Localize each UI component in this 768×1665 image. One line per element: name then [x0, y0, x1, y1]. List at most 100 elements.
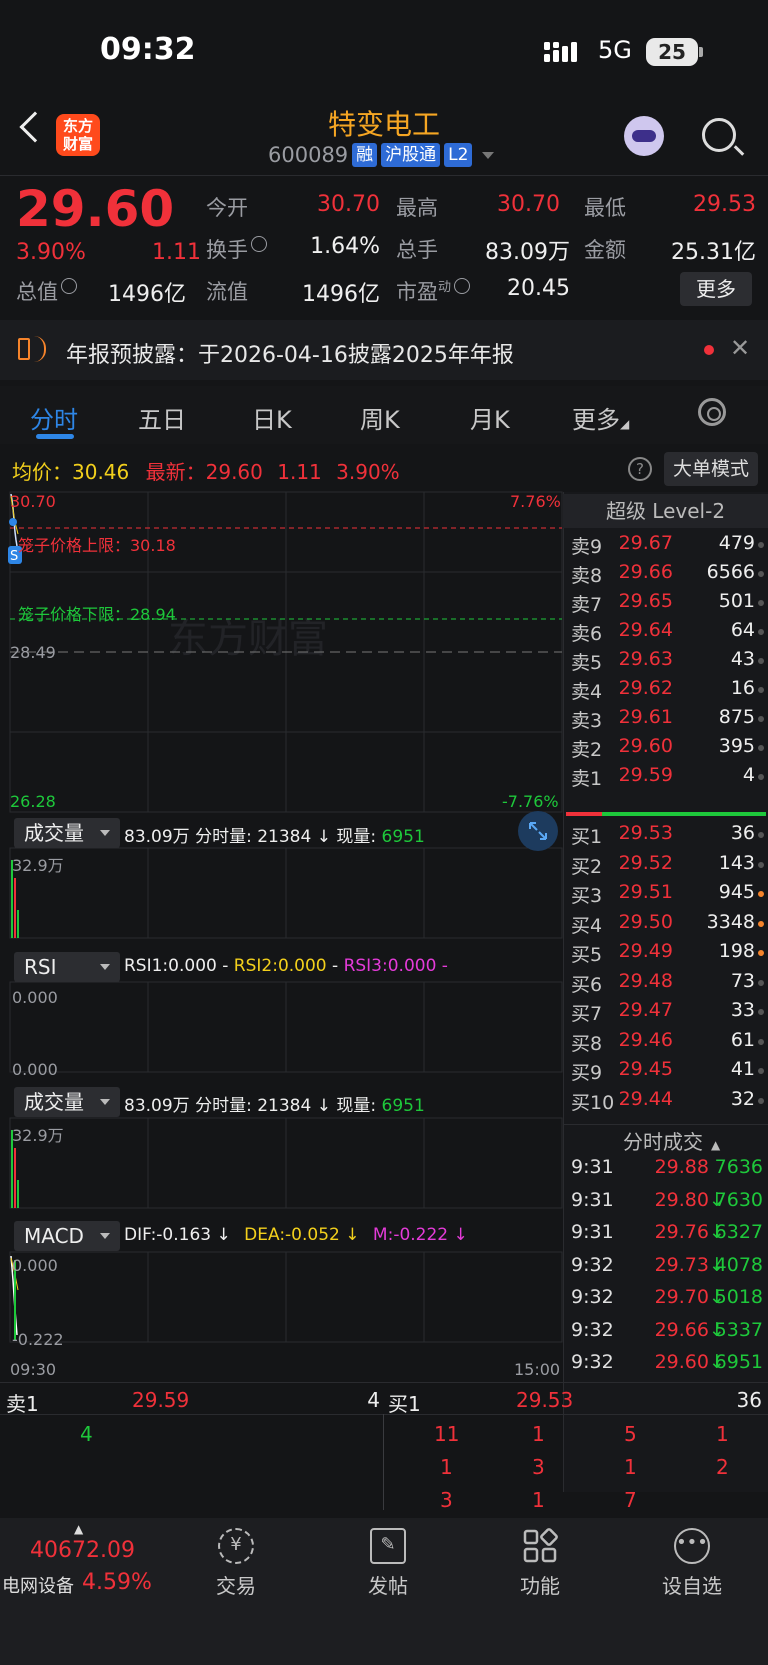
tick-price: 29.76 [654, 1221, 709, 1243]
close-icon[interactable]: ✕ [730, 334, 750, 362]
chevron-down-icon [482, 151, 495, 159]
ask-volume: 4 [742, 764, 755, 786]
intraday-chart[interactable]: 东方财富 S [0, 490, 563, 1500]
ask-row[interactable]: 卖6 29.64 64 [563, 619, 768, 649]
nav-add-watchlist[interactable]: ••• 设自选 [652, 1528, 732, 1599]
tick-row[interactable]: 9:32 29.66 ↓ 5337 [563, 1319, 768, 1351]
search-icon[interactable] [702, 118, 736, 152]
tab-intraday[interactable]: 分时 [30, 400, 78, 435]
notice-text[interactable]: 年报预披露：于2026-04-16披露2025年年报 [66, 337, 514, 369]
bid-row[interactable]: 买6 29.48 73 [563, 970, 768, 1000]
tick-row[interactable]: 9:31 29.80 ↓ 7630 [563, 1189, 768, 1221]
tick-time: 9:32 [571, 1286, 614, 1308]
bid-volume: 73 [730, 969, 755, 992]
bid-row[interactable]: 买1 29.53 36 [563, 822, 768, 852]
ask-row[interactable]: 卖5 29.63 43 [563, 648, 768, 678]
open-marker [9, 518, 17, 526]
speaker-icon [18, 338, 30, 360]
macd-indicator-select[interactable]: MACD [14, 1221, 120, 1251]
more-button[interactable]: 更多 [680, 272, 752, 306]
high-label: 最高 [396, 196, 438, 220]
tick-volume: 4078 [714, 1253, 763, 1276]
low-value: 29.53 [693, 192, 756, 217]
turnover-label: 换手 [206, 234, 267, 264]
bid-row[interactable]: 买7 29.47 33 [563, 999, 768, 1029]
ask-row[interactable]: 卖9 29.67 479 [563, 532, 768, 562]
volume-indicator-select[interactable]: 成交量 [14, 818, 120, 848]
ask-level: 卖7 [571, 594, 603, 616]
bid-row[interactable]: 买8 29.46 61 [563, 1029, 768, 1059]
bid-level: 买3 [571, 885, 603, 907]
bid-volume: 33 [730, 999, 755, 1021]
index-name[interactable]: 电网设备 [2, 1572, 74, 1598]
stock-code-row[interactable]: 600089 融 沪股通 L2 [268, 143, 495, 167]
index-value[interactable]: 40672.09 [30, 1538, 135, 1563]
bid-dot [758, 1068, 764, 1074]
rsi-bottom-label: 0.000 [12, 1060, 58, 1079]
bid-price: 29.48 [618, 969, 673, 992]
bid-row[interactable]: 买10 29.44 32 [563, 1088, 768, 1118]
bid-ask-ratio-fill [566, 812, 602, 816]
index-percent[interactable]: 4.59% [82, 1570, 152, 1595]
tick-price: 29.66 [654, 1318, 709, 1341]
tab-more[interactable]: 更多◢ [572, 400, 629, 435]
ask-row[interactable]: 卖3 29.61 875 [563, 706, 768, 736]
ask-row[interactable]: 卖8 29.66 6566 [563, 561, 768, 591]
rsi-top-label: 0.000 [12, 988, 58, 1007]
ask-row[interactable]: 卖7 29.65 501 [563, 590, 768, 620]
status-time: 09:32 [100, 32, 196, 67]
tick-row[interactable]: 9:31 29.76 ↓ 6327 [563, 1221, 768, 1253]
nav-functions[interactable]: 功能 [500, 1528, 580, 1599]
tick-row[interactable]: 9:32 29.60 ↓ 6951 [563, 1351, 768, 1383]
gear-icon[interactable] [698, 398, 726, 426]
tab-weekly-k[interactable]: 周K [360, 400, 400, 435]
order-book-title[interactable]: 超级 Level-2 [563, 494, 768, 528]
bid-row[interactable]: 买9 29.45 41 [563, 1058, 768, 1088]
tick-volume: 7630 [714, 1188, 763, 1211]
tick-price: 29.70 [654, 1286, 709, 1308]
tick-row[interactable]: 9:32 29.70 ↓ 5018 [563, 1286, 768, 1318]
tick-volume: 6327 [714, 1221, 763, 1243]
tick-row[interactable]: 9:32 29.73 ↓ 4078 [563, 1254, 768, 1286]
tick-row[interactable]: 9:31 29.88 7636 [563, 1156, 768, 1188]
bid-level: 买10 [571, 1091, 615, 1114]
rsi-indicator-select[interactable]: RSI [14, 952, 120, 982]
volume-indicator-select-2[interactable]: 成交量 [14, 1087, 120, 1117]
buy-queue-item: 1 [716, 1422, 729, 1446]
tick-volume: 5337 [714, 1318, 763, 1341]
info-icon[interactable] [454, 278, 471, 294]
bid-volume: 61 [730, 1028, 755, 1051]
ask-dot [758, 542, 764, 548]
bid-row[interactable]: 买2 29.52 143 [563, 852, 768, 882]
ask-row[interactable]: 卖2 29.60 395 [563, 735, 768, 765]
nav-post[interactable]: ✎ 发帖 [348, 1528, 428, 1599]
bid-row[interactable]: 买3 29.51 945 [563, 881, 768, 911]
tab-monthly-k[interactable]: 月K [470, 400, 510, 435]
buy-queue-item: 5 [624, 1422, 637, 1446]
ask-row[interactable]: 卖4 29.62 16 [563, 677, 768, 707]
ask-price: 29.63 [618, 648, 673, 670]
pe-value: 20.45 [507, 276, 570, 301]
info-icon[interactable] [251, 236, 267, 252]
robot-assistant-icon[interactable] [624, 116, 664, 156]
help-icon[interactable]: ? [628, 457, 652, 481]
bid-row[interactable]: 买5 29.49 198 [563, 940, 768, 970]
ask-level: 卖1 [571, 768, 603, 790]
price-low-label: 26.28 [10, 792, 56, 811]
hk-connect-tag: 沪股通 [381, 143, 441, 167]
active-tab-indicator [36, 434, 74, 439]
bid-row[interactable]: 买4 29.50 3348 [563, 911, 768, 941]
buy-queue-item: 3 [532, 1455, 545, 1479]
ask-row[interactable]: 卖1 29.59 4 [563, 764, 768, 794]
info-icon[interactable] [61, 278, 77, 294]
chevron-up-icon[interactable]: ▲ [74, 1522, 83, 1536]
ask-dot [758, 774, 764, 780]
depth-buy-vol: 36 [736, 1388, 762, 1412]
nav-trade[interactable]: ¥ 交易 [196, 1528, 276, 1599]
tab-five-day[interactable]: 五日 [138, 400, 186, 435]
big-order-mode-button[interactable]: 大单模式 [664, 452, 758, 486]
bid-level: 买5 [571, 944, 603, 966]
tab-daily-k[interactable]: 日K [252, 400, 292, 435]
ticks-title[interactable]: 分时成交 ▲ [623, 1126, 720, 1155]
ask-dot [758, 745, 764, 751]
